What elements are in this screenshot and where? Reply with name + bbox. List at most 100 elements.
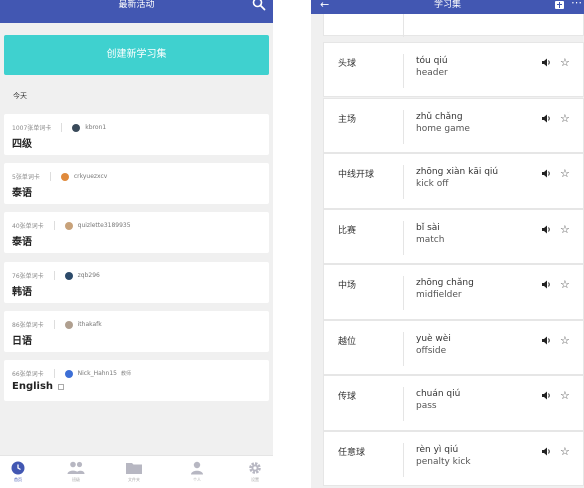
folder-icon [126,463,142,474]
term-definition: header [416,68,448,78]
term-pinyin: yuè wèi [416,334,451,344]
set-title: 泰语 [12,188,32,199]
card-count: 76张单词卡 [12,273,44,280]
star-icon[interactable]: ☆ [560,279,570,290]
username[interactable]: Nick_Hahn15 [78,370,117,377]
term-word: 比赛 [338,226,357,236]
avatar [64,221,73,230]
set-title: 四级 [12,139,32,150]
avatar [64,271,73,280]
star-icon[interactable]: ☆ [560,168,570,179]
term-definition: penalty kick [416,457,471,467]
create-study-set-button[interactable]: 创建新学习集 [4,35,269,75]
app-bar: ← 学习集 ⋯ [311,0,584,14]
teacher-badge: 教师 [121,371,132,377]
term-definition: pass [416,401,437,411]
term-definition: midfielder [416,290,462,300]
card-count: 86张单词卡 [12,322,44,329]
study-set-card[interactable]: 5张单词卡 crkyuezxcv 泰语 [4,163,269,204]
nav-profile[interactable]: 个人 [187,461,207,488]
term-pinyin: rèn yì qiú [416,445,459,455]
term-definition: offside [416,346,447,356]
term-pinyin: chuán qiú [416,389,461,399]
person-icon [191,461,203,475]
star-icon[interactable]: ☆ [560,335,570,346]
study-set-card[interactable]: 40张单词卡 quizlette3189935 泰语 [4,212,269,253]
set-title: English [12,381,65,392]
card-count: 40张单词卡 [12,223,44,230]
bottom-navigation: 首页 班级 文件夹 个人 设置 [0,455,273,488]
clock-icon [11,461,25,475]
username[interactable]: ithakafk [78,321,102,328]
speaker-icon[interactable] [542,114,552,123]
app-bar: 最新活动 [0,0,273,23]
term-card: 传球 chuán qiú pass ☆ [323,375,584,431]
speaker-icon[interactable] [542,280,552,289]
study-set-card[interactable]: 66张单词卡 Nick_Hahn15 教师 English [4,360,269,401]
term-word: 任意球 [338,448,366,458]
term-card: 比赛 bǐ sài match ☆ [323,209,584,264]
set-title: 韩语 [12,287,32,298]
set-title: 日语 [12,336,32,347]
card-count: 5张单词卡 [12,174,40,181]
term-pinyin: zhōng chǎng [416,278,474,288]
speaker-icon[interactable] [542,225,552,234]
page-title: 最新活动 [118,0,155,10]
page-title: 学习集 [433,0,461,10]
term-word: 中场 [338,281,357,291]
search-icon[interactable] [252,0,266,12]
star-icon[interactable]: ☆ [560,446,570,457]
username[interactable]: quizlette3189935 [78,222,131,229]
term-card: 越位 yuè wèi offside ☆ [323,320,584,375]
avatar [60,172,69,181]
term-word: 传球 [338,392,357,402]
term-pinyin: bǐ sài [416,223,440,233]
nav-folders[interactable]: 文件夹 [124,461,144,488]
set-title: 泰语 [12,237,32,248]
term-definition: kick off [416,179,449,189]
username[interactable]: zqb296 [78,272,100,279]
section-label-today: 今天 [13,92,27,100]
nav-classes[interactable]: 班级 [66,461,86,488]
card-count: 1007张单词卡 [12,125,52,132]
speaker-icon[interactable] [542,58,552,67]
speaker-icon[interactable] [542,391,552,400]
term-card: 任意球 rèn yì qiú penalty kick ☆ [323,431,584,486]
study-set-card[interactable]: 1007张单词卡 kbron1 四级 [4,114,269,155]
speaker-icon[interactable] [542,336,552,345]
term-definition: home game [416,124,470,134]
activity-screen: 最新活动 创建新学习集 今天 1007张单词卡 kbron1 四级 5张单词卡 … [0,0,273,488]
study-set-screen: ← 学习集 ⋯ handball 头球 tóu qiú header ☆ 主场 … [311,0,584,488]
term-definition: match [416,235,445,245]
document-icon [58,383,65,390]
study-set-card[interactable]: 86张单词卡 ithakafk 日语 [4,311,269,352]
star-icon[interactable]: ☆ [560,57,570,68]
star-icon[interactable]: ☆ [560,390,570,401]
more-icon[interactable]: ⋯ [571,0,582,9]
study-set-card[interactable]: 76张单词卡 zqb296 韩语 [4,262,269,303]
star-icon[interactable]: ☆ [560,224,570,235]
people-icon [67,461,85,474]
gear-icon [249,462,261,474]
username[interactable]: crkyuezxcv [74,173,108,180]
term-pinyin: zhǔ chǎng [416,112,463,122]
term-card: 中场 zhōng chǎng midfielder ☆ [323,264,584,320]
term-word: 头球 [338,59,357,69]
speaker-icon[interactable] [542,169,552,178]
term-card: 头球 tóu qiú header ☆ [323,42,584,97]
avatar [64,320,73,329]
username[interactable]: kbron1 [85,124,106,131]
term-pinyin: zhōng xiàn kāi qiú [416,167,499,177]
term-word: 越位 [338,337,357,347]
nav-settings[interactable]: 设置 [245,461,265,488]
speaker-icon[interactable] [542,447,552,456]
add-to-folder-icon[interactable] [555,1,564,9]
term-pinyin: tóu qiú [416,56,448,66]
term-card: 主场 zhǔ chǎng home game ☆ [323,98,584,153]
term-word: 主场 [338,115,357,125]
card-count: 66张单词卡 [12,371,44,378]
term-word: 中线开球 [338,170,375,180]
star-icon[interactable]: ☆ [560,113,570,124]
term-card: 中线开球 zhōng xiàn kāi qiú kick off ☆ [323,153,584,209]
nav-home[interactable]: 首页 [8,461,28,488]
